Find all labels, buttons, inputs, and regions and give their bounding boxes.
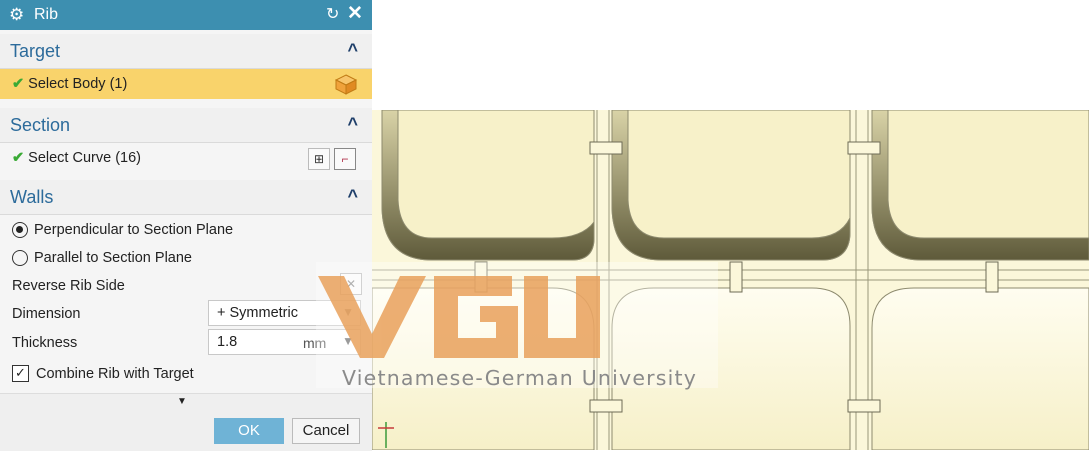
- sketch-section-icon[interactable]: ⌐: [334, 148, 356, 170]
- symmetric-icon: +: [217, 305, 226, 321]
- radio-perpendicular-label: Perpendicular to Section Plane: [34, 222, 234, 238]
- thickness-label: Thickness: [12, 335, 78, 351]
- thickness-value: 1.8: [217, 334, 238, 350]
- dimension-label: Dimension: [12, 306, 81, 322]
- walls-heading: Walls: [10, 187, 54, 207]
- rib-tab: [729, 261, 743, 293]
- check-icon: ✔: [12, 150, 25, 166]
- collapse-caret-icon[interactable]: ^: [347, 40, 358, 61]
- curve-rule-icon[interactable]: ⊞: [308, 148, 330, 170]
- body-cube-icon[interactable]: [334, 73, 358, 95]
- combine-rib-label: Combine Rib with Target: [36, 366, 194, 382]
- collapse-caret-icon[interactable]: ^: [347, 186, 358, 207]
- target-heading: Target: [10, 41, 61, 61]
- pocket-cell: [381, 110, 595, 261]
- rib-tab: [589, 141, 623, 155]
- combine-rib-checkbox[interactable]: ✓: [12, 365, 29, 382]
- dialog-footer: ▼ OK Cancel: [0, 393, 372, 451]
- rib-tab: [589, 399, 623, 413]
- dialog-titlebar: ⚙ Rib ↻ ✕: [0, 0, 372, 30]
- target-group-header[interactable]: Target ^: [0, 34, 372, 69]
- cancel-button[interactable]: Cancel: [292, 418, 360, 444]
- radio-parallel-label: Parallel to Section Plane: [34, 250, 192, 266]
- pocket-cell: [871, 110, 1089, 261]
- section-group-header[interactable]: Section ^: [0, 108, 372, 143]
- walls-group-header[interactable]: Walls ^: [0, 180, 372, 215]
- radio-perpendicular-row[interactable]: Perpendicular to Section Plane: [0, 215, 372, 245]
- gear-icon[interactable]: ⚙: [9, 5, 24, 25]
- dimension-value: Symmetric: [229, 305, 298, 321]
- rib-tab: [847, 399, 881, 413]
- more-options-icon[interactable]: ▼: [177, 396, 187, 407]
- radio-parallel[interactable]: [12, 250, 28, 266]
- rib-tab: [847, 141, 881, 155]
- close-icon[interactable]: ✕: [347, 4, 363, 24]
- rib-tab: [985, 261, 999, 293]
- university-watermark-text: Vietnamese-German University: [342, 366, 698, 390]
- select-curve-label: Select Curve (16): [28, 150, 141, 166]
- radio-perpendicular[interactable]: [12, 222, 28, 238]
- dialog-title: Rib: [34, 6, 59, 23]
- reset-icon[interactable]: ↻: [326, 5, 339, 25]
- select-curve-row[interactable]: ✔ Select Curve (16) ⊞ ⌐: [0, 143, 372, 173]
- ok-button[interactable]: OK: [214, 418, 284, 444]
- select-body-row[interactable]: ✔ Select Body (1): [0, 69, 372, 99]
- reverse-rib-side-label: Reverse Rib Side: [12, 278, 125, 294]
- collapse-caret-icon[interactable]: ^: [347, 114, 358, 135]
- select-body-label: Select Body (1): [28, 76, 128, 92]
- pocket-cell: [611, 110, 851, 261]
- check-icon: ✔: [12, 76, 25, 92]
- section-heading: Section: [10, 115, 71, 135]
